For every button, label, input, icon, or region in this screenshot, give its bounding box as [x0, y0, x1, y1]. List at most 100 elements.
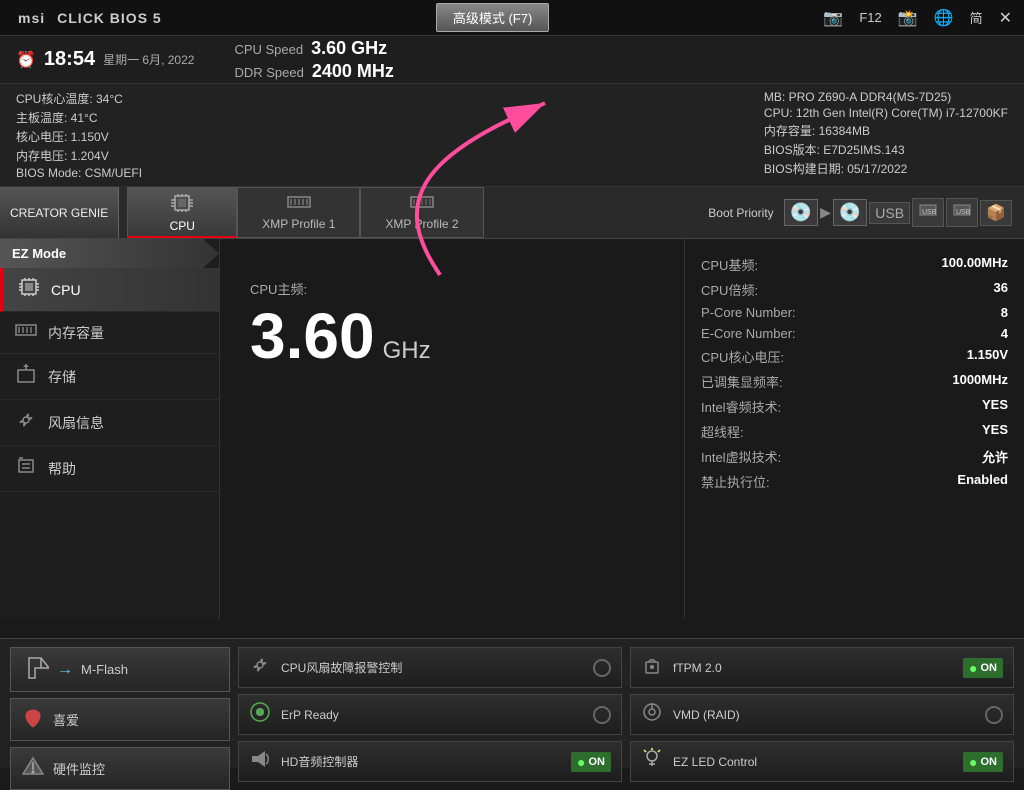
- spec-label-7: 超线程:: [701, 422, 744, 441]
- msi-logo: msi CLICK BIOS 5: [12, 7, 162, 28]
- main-panel: CPU主频: 3.60 GHz: [220, 239, 684, 619]
- monitor-button[interactable]: 硬件监控: [10, 747, 230, 790]
- mb-temp: 主板温度: 41°C: [16, 109, 142, 126]
- top-bar-center: 高级模式 (F7): [436, 3, 549, 32]
- favorites-button[interactable]: 喜爱: [10, 698, 230, 741]
- boot-device-usb3[interactable]: USB: [946, 198, 978, 227]
- spec-row-8: Intel虚拟技术: 允许: [701, 447, 1008, 466]
- vmd-radio[interactable]: [985, 706, 1003, 724]
- bottom-middle-features: CPU风扇故障报警控制 ErP Ready HD音频控制器 ● ON: [238, 647, 622, 790]
- sidebar-item-memory[interactable]: 内存容量: [0, 312, 219, 354]
- cpu-fan-radio[interactable]: [593, 659, 611, 677]
- memory-sidebar-icon: [14, 322, 38, 343]
- hd-audio-feature[interactable]: HD音频控制器 ● ON: [238, 741, 622, 782]
- erp-feature[interactable]: ErP Ready: [238, 694, 622, 735]
- camera-icon[interactable]: 📸: [898, 8, 918, 28]
- globe-icon[interactable]: 🌐: [934, 8, 954, 28]
- lang-label[interactable]: 简: [970, 8, 983, 27]
- spec-value-0: 100.00MHz: [942, 255, 1008, 274]
- ftpm-on-text: ON: [981, 662, 998, 674]
- cpu-freq-container: 3.60 GHz: [250, 304, 664, 368]
- spec-label-9: 禁止执行位:: [701, 472, 770, 491]
- cpu-fan-feature[interactable]: CPU风扇故障报警控制: [238, 647, 622, 688]
- xmp1-tab-icon: [287, 194, 311, 215]
- sidebar-cpu-label: CPU: [51, 282, 81, 298]
- f12-label: F12: [859, 10, 881, 25]
- cpu-freq-unit: GHz: [383, 337, 431, 365]
- spec-row-3: E-Core Number: 4: [701, 326, 1008, 341]
- ftpm-on-badge[interactable]: ● ON: [963, 658, 1003, 678]
- erp-radio[interactable]: [593, 706, 611, 724]
- sidebar-item-cpu[interactable]: CPU: [0, 268, 219, 312]
- ddr-speed-value: 2400 MHz: [312, 61, 394, 82]
- storage-sidebar-icon: [14, 364, 38, 389]
- sidebar-item-help[interactable]: 帮助: [0, 446, 219, 492]
- sidebar-item-storage[interactable]: 存储: [0, 354, 219, 400]
- cpu-fan-label: CPU风扇故障报警控制: [281, 659, 585, 676]
- spec-value-6: YES: [982, 397, 1008, 416]
- boot-arrow-1: ▶: [820, 204, 831, 221]
- ez-led-feature[interactable]: EZ LED Control ● ON: [630, 741, 1014, 782]
- spec-row-6: Intel睿频技术: YES: [701, 397, 1008, 416]
- boot-device-network[interactable]: 📦: [980, 200, 1012, 226]
- favorites-icon: [21, 707, 45, 732]
- erp-label: ErP Ready: [281, 708, 585, 722]
- cpu-fan-toggle[interactable]: [593, 659, 611, 677]
- spec-value-9: Enabled: [957, 472, 1008, 491]
- ez-led-on-badge[interactable]: ● ON: [963, 752, 1003, 772]
- ddr-speed-label: DDR Speed: [234, 65, 303, 80]
- ez-led-toggle[interactable]: ● ON: [963, 752, 1003, 772]
- ez-led-on-dot: ●: [969, 754, 977, 770]
- ftpm-feature[interactable]: fTPM 2.0 ● ON: [630, 647, 1014, 688]
- boot-priority-label: Boot Priority: [708, 206, 773, 220]
- vmd-feature[interactable]: VMD (RAID): [630, 694, 1014, 735]
- ftpm-label: fTPM 2.0: [673, 661, 955, 675]
- boot-devices: 💿 ▶ 💿 USB USB USB 📦: [784, 198, 1012, 227]
- sidebar-item-fan[interactable]: 风扇信息: [0, 400, 219, 446]
- ftpm-toggle[interactable]: ● ON: [963, 658, 1003, 678]
- hd-audio-toggle[interactable]: ● ON: [571, 752, 611, 772]
- cpu-freq-value: 3.60: [250, 304, 375, 368]
- bottom-section: → M-Flash 喜爱 硬件监控 CPU风扇故障报警控制: [0, 638, 1024, 768]
- advanced-mode-button[interactable]: 高级模式 (F7): [436, 3, 549, 32]
- boot-device-hdd[interactable]: 💿: [784, 199, 818, 226]
- cpu-speed-display: CPU主频: 3.60 GHz: [250, 279, 664, 368]
- sidebar-memory-label: 内存容量: [48, 323, 104, 343]
- bios-mode: BIOS Mode: CSM/UEFI: [16, 166, 142, 180]
- creator-section: CREATOR GENIE CPU XMP Profile 1 XMP Prof…: [0, 187, 1024, 239]
- status-bar: ⏰ 18:54 星期一 6月, 2022 CPU Speed 3.60 GHz …: [0, 36, 1024, 84]
- xmp1-tab-label: XMP Profile 1: [262, 217, 335, 231]
- bios-version: BIOS版本: E7D25IMS.143: [764, 141, 1008, 158]
- spec-row-1: CPU倍频: 36: [701, 280, 1008, 299]
- erp-toggle[interactable]: [593, 706, 611, 724]
- right-panel: CPU基频: 100.00MHz CPU倍频: 36 P-Core Number…: [684, 239, 1024, 619]
- sidebar: EZ Mode CPU 内存容量 存储 风扇信息: [0, 239, 220, 619]
- boot-device-usb2[interactable]: USB: [912, 198, 944, 227]
- logo-text: msi: [18, 10, 45, 26]
- boot-device-optical[interactable]: 💿: [833, 199, 867, 226]
- ez-led-on-text: ON: [981, 756, 998, 768]
- cpu-info: CPU: 12th Gen Intel(R) Core(TM) i7-12700…: [764, 106, 1008, 120]
- ez-mode-label: EZ Mode: [0, 239, 219, 268]
- vmd-label: VMD (RAID): [673, 708, 977, 722]
- hd-audio-on-badge[interactable]: ● ON: [571, 752, 611, 772]
- spec-value-2: 8: [1001, 305, 1008, 320]
- spec-label-4: CPU核心电压:: [701, 347, 784, 366]
- mflash-button[interactable]: → M-Flash: [10, 647, 230, 692]
- screenshot-icon[interactable]: 📷: [823, 8, 843, 28]
- tab-cpu[interactable]: CPU: [127, 187, 237, 238]
- boot-device-usb1[interactable]: USB: [869, 202, 910, 224]
- close-icon[interactable]: ✕: [999, 8, 1012, 28]
- spec-value-4: 1.150V: [967, 347, 1008, 366]
- spec-value-7: YES: [982, 422, 1008, 441]
- ez-led-label: EZ LED Control: [673, 755, 955, 769]
- tab-xmp2[interactable]: XMP Profile 2: [360, 187, 483, 238]
- spec-row-5: 已调集显频率: 1000MHz: [701, 372, 1008, 391]
- sidebar-storage-label: 存储: [48, 367, 76, 387]
- bottom-right-features: fTPM 2.0 ● ON VMD (RAID) EZ LED Control: [630, 647, 1014, 790]
- clock-icon: ⏰: [16, 50, 36, 70]
- monitor-icon: [21, 756, 45, 781]
- tab-xmp1[interactable]: XMP Profile 1: [237, 187, 360, 238]
- cpu-tab-label: CPU: [170, 219, 195, 233]
- vmd-toggle[interactable]: [985, 706, 1003, 724]
